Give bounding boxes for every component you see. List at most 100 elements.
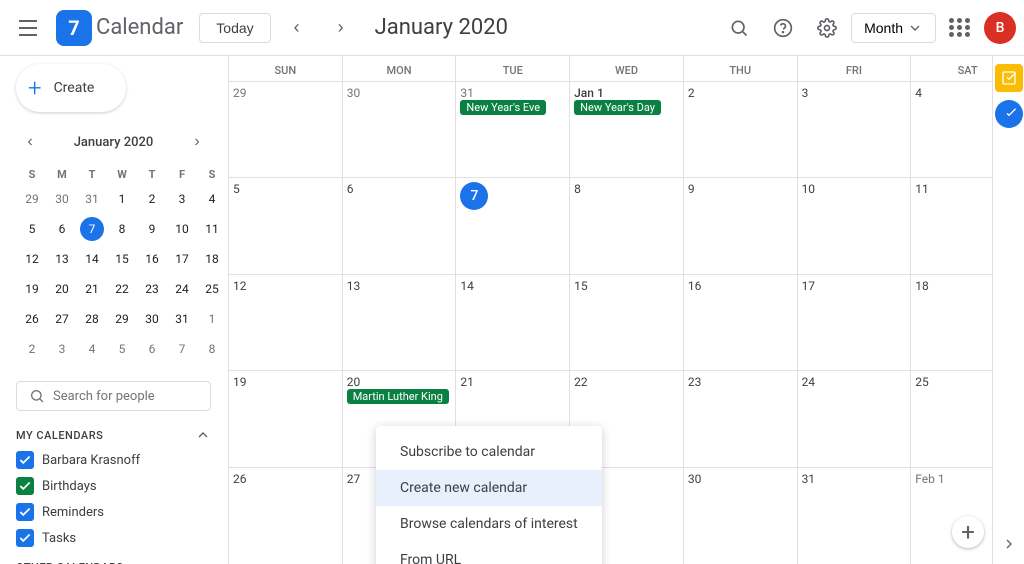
day-cell[interactable]: 13 [342, 275, 456, 370]
event-chip[interactable]: Martin Luther King [347, 389, 449, 404]
other-calendars-header[interactable]: Other calendars [16, 559, 211, 564]
next-button[interactable]: › [323, 10, 359, 46]
mini-day[interactable]: 6 [138, 335, 166, 363]
calendar-item-birthdays[interactable]: Birthdays [16, 473, 211, 499]
day-cell[interactable]: 17 [797, 275, 911, 370]
avatar[interactable]: B [984, 12, 1016, 44]
mini-day[interactable]: 30 [48, 185, 76, 213]
mini-day[interactable]: 19 [18, 275, 46, 303]
mini-day[interactable]: 1 [108, 185, 136, 213]
mini-day[interactable]: 17 [168, 245, 196, 273]
day-cell[interactable]: 30 [683, 468, 797, 564]
mini-day[interactable]: 4 [198, 185, 226, 213]
mini-day[interactable]: 2 [18, 335, 46, 363]
menu-item-browse[interactable]: Browse calendars of interest [376, 506, 602, 542]
day-cell[interactable]: 15 [569, 275, 683, 370]
mini-day[interactable]: 7 [168, 335, 196, 363]
mini-day[interactable]: 14 [78, 245, 106, 273]
mini-day[interactable]: 29 [18, 185, 46, 213]
day-cell[interactable]: 3 [797, 82, 911, 177]
settings-button[interactable] [807, 8, 847, 48]
day-cell[interactable]: 6 [342, 178, 456, 273]
mini-day[interactable]: 3 [168, 185, 196, 213]
day-cell[interactable]: 24 [797, 371, 911, 466]
help-button[interactable] [763, 8, 803, 48]
mini-day[interactable]: 27 [48, 305, 76, 333]
event-chip[interactable]: New Year's Eve [460, 100, 546, 115]
create-button[interactable]: + Create [16, 64, 126, 112]
view-selector[interactable]: Month [851, 13, 936, 43]
mini-day[interactable]: 16 [138, 245, 166, 273]
today-button[interactable]: Today [199, 13, 270, 43]
mini-day[interactable]: 8 [108, 215, 136, 243]
apps-button[interactable] [940, 8, 980, 48]
keep-panel-icon[interactable] [995, 100, 1023, 128]
mini-day[interactable]: 26 [18, 305, 46, 333]
mini-day[interactable]: 5 [18, 215, 46, 243]
mini-day[interactable]: 20 [48, 275, 76, 303]
day-cell[interactable]: 26 [228, 468, 342, 564]
mini-day[interactable]: 3 [48, 335, 76, 363]
mini-day[interactable]: 10 [168, 215, 196, 243]
day-cell[interactable]: 9 [683, 178, 797, 273]
mini-day[interactable]: 31 [168, 305, 196, 333]
mini-day[interactable]: 18 [198, 245, 226, 273]
mini-day[interactable]: 30 [138, 305, 166, 333]
menu-button[interactable] [8, 8, 48, 48]
day-cell[interactable]: 19 [228, 371, 342, 466]
day-cell[interactable]: 29 [228, 82, 342, 177]
mini-day[interactable]: 9 [138, 215, 166, 243]
mini-day[interactable]: 25 [198, 275, 226, 303]
day-cell[interactable]: 5 [228, 178, 342, 273]
mini-day[interactable]: 11 [198, 215, 226, 243]
mini-day[interactable]: 29 [108, 305, 136, 333]
day-cell[interactable]: 8 [569, 178, 683, 273]
day-cell[interactable]: 14 [455, 275, 569, 370]
day-cell[interactable]: 31 [797, 468, 911, 564]
mini-day[interactable]: 2 [138, 185, 166, 213]
menu-item-create[interactable]: Create new calendar [376, 470, 602, 506]
day-cell[interactable]: 10 [797, 178, 911, 273]
calendar-checkbox[interactable] [16, 451, 34, 469]
calendar-item-tasks[interactable]: Tasks [16, 525, 211, 551]
day-cell[interactable]: 16 [683, 275, 797, 370]
menu-item-url[interactable]: From URL [376, 542, 602, 564]
mini-day[interactable]: 5 [108, 335, 136, 363]
mini-day-today[interactable]: 7 [78, 215, 106, 243]
day-cell-today[interactable]: 7 [455, 178, 569, 273]
day-cell[interactable]: 12 [228, 275, 342, 370]
calendar-item-barbara[interactable]: Barbara Krasnoff [16, 447, 211, 473]
mini-day[interactable]: 21 [78, 275, 106, 303]
calendar-checkbox[interactable] [16, 529, 34, 547]
mini-day[interactable]: 8 [198, 335, 226, 363]
mini-day[interactable]: 23 [138, 275, 166, 303]
day-cell[interactable]: 30 [342, 82, 456, 177]
add-event-button[interactable]: + [952, 516, 984, 548]
mini-day[interactable]: 31 [78, 185, 106, 213]
tasks-panel-icon[interactable] [995, 64, 1023, 92]
search-button[interactable] [719, 8, 759, 48]
mini-day[interactable]: 6 [48, 215, 76, 243]
my-calendars-header[interactable]: My calendars [16, 427, 211, 443]
mini-next-button[interactable]: › [183, 128, 211, 156]
expand-panel-button[interactable] [1001, 536, 1017, 556]
mini-day[interactable]: 4 [78, 335, 106, 363]
mini-day[interactable]: 13 [48, 245, 76, 273]
calendar-checkbox[interactable] [16, 503, 34, 521]
mini-prev-button[interactable]: ‹ [16, 128, 44, 156]
day-cell[interactable]: Jan 1 New Year's Day [569, 82, 683, 177]
mini-day[interactable]: 24 [168, 275, 196, 303]
day-cell[interactable]: 2 [683, 82, 797, 177]
search-people-input[interactable]: Search for people [16, 381, 211, 411]
calendar-item-reminders[interactable]: Reminders [16, 499, 211, 525]
mini-day[interactable]: 1 [198, 305, 226, 333]
mini-day[interactable]: 12 [18, 245, 46, 273]
day-cell[interactable]: 31 New Year's Eve [455, 82, 569, 177]
event-chip[interactable]: New Year's Day [574, 100, 661, 115]
calendar-checkbox[interactable] [16, 477, 34, 495]
menu-item-subscribe[interactable]: Subscribe to calendar [376, 434, 602, 470]
mini-day[interactable]: 15 [108, 245, 136, 273]
mini-day[interactable]: 22 [108, 275, 136, 303]
day-cell[interactable]: 23 [683, 371, 797, 466]
mini-day[interactable]: 28 [78, 305, 106, 333]
